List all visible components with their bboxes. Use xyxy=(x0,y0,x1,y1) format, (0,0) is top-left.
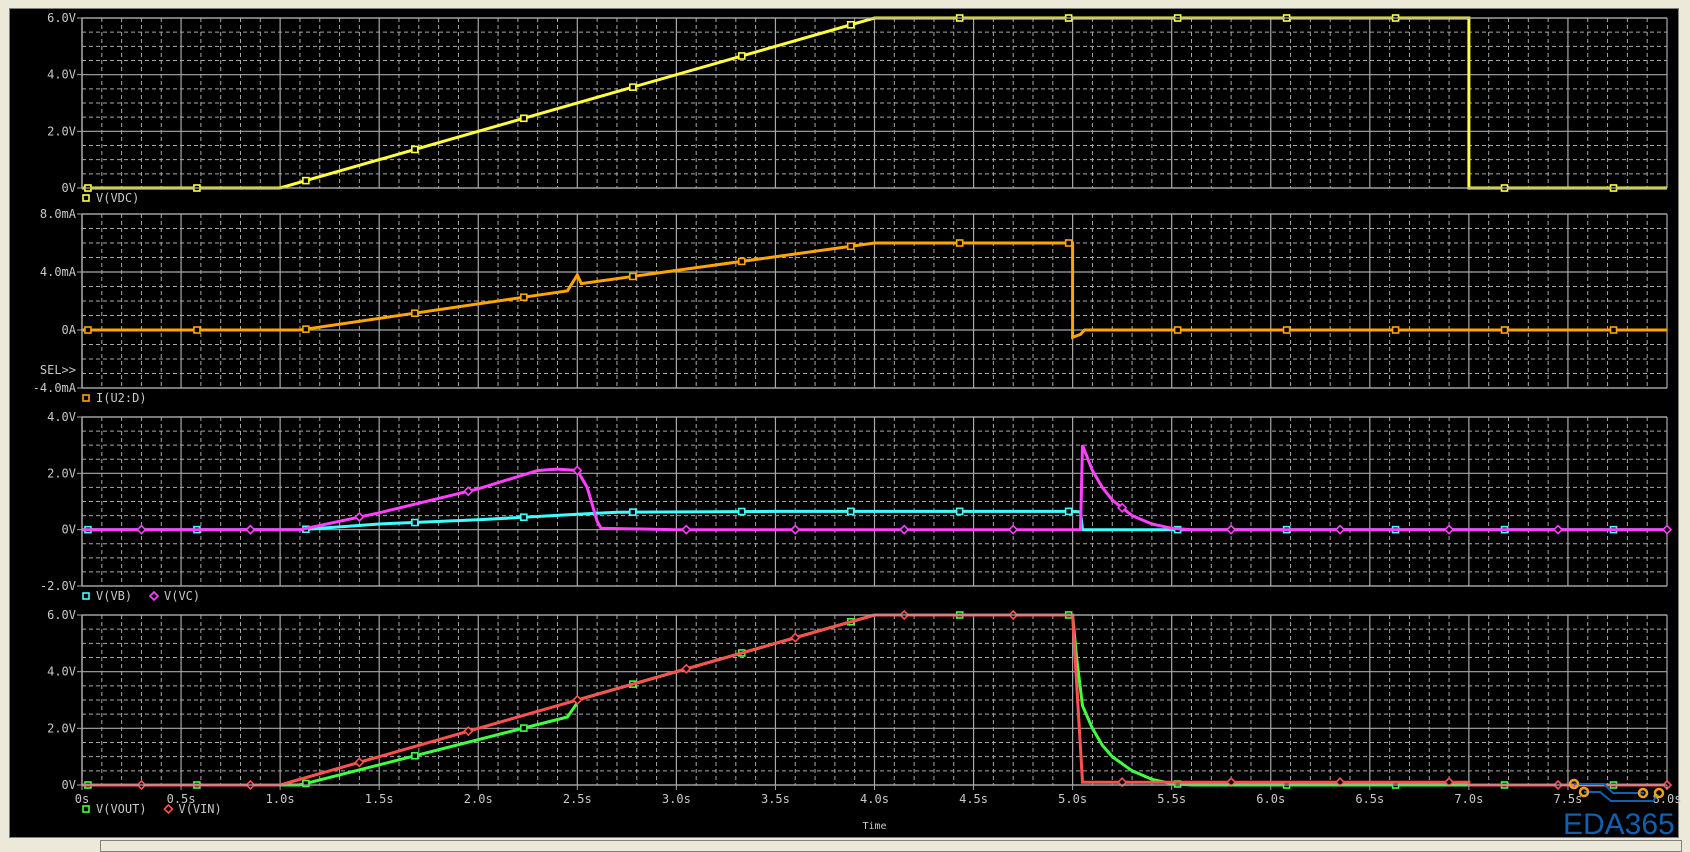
y-tick-label: 8.0mA xyxy=(40,207,77,221)
data-point-marker xyxy=(681,524,692,535)
data-point-marker xyxy=(1552,524,1564,535)
x-tick-label: 5.0s xyxy=(1058,792,1087,806)
data-point-marker xyxy=(790,524,801,535)
selected-plot-indicator: SEL>> xyxy=(40,363,76,377)
data-point-marker xyxy=(302,325,310,333)
data-point-marker xyxy=(1173,326,1182,334)
data-point-marker xyxy=(737,257,746,266)
data-point-marker xyxy=(737,52,746,60)
data-point-marker xyxy=(1661,524,1673,535)
data-point-marker xyxy=(411,145,419,154)
x-tick-label: 3.5s xyxy=(761,792,790,806)
waveform-plot[interactable]: 0V 2.0V 4.0V 6.0V V(VDC) -4.0mA 0A 4.0mA 8.0mA SE… xyxy=(0,0,1690,844)
eda365-watermark-logo: EDA365 xyxy=(1563,808,1675,841)
x-tick-label: 0s xyxy=(75,792,89,806)
x-tick-label: 1.5s xyxy=(365,792,394,806)
x-tick-label: 7.5s xyxy=(1553,792,1582,806)
legend-marker xyxy=(82,194,90,202)
x-tick-label: 2.0s xyxy=(464,792,493,806)
data-point-marker xyxy=(411,309,419,317)
y-tick-label: 4.0V xyxy=(47,665,76,679)
legend-marker xyxy=(163,803,174,815)
data-point-marker xyxy=(411,751,419,760)
y-tick-label: 2.0V xyxy=(47,466,76,480)
data-point-marker xyxy=(628,508,637,516)
legend-label[interactable]: V(VC) xyxy=(164,589,200,603)
data-point-marker xyxy=(1225,524,1237,535)
data-point-marker xyxy=(1282,326,1291,334)
data-point-marker xyxy=(520,114,528,123)
data-point-marker xyxy=(1334,524,1346,535)
data-point-marker xyxy=(846,20,855,29)
data-point-marker xyxy=(302,176,310,185)
y-tick-label: 2.0V xyxy=(47,721,76,735)
y-tick-label: 6.0V xyxy=(47,608,76,622)
legend-marker xyxy=(82,592,90,600)
legend-marker xyxy=(82,394,90,402)
data-point-marker xyxy=(84,326,92,334)
data-point-marker xyxy=(520,724,528,732)
data-point-marker xyxy=(955,239,964,247)
data-point-marker xyxy=(628,83,637,91)
legend-label[interactable]: V(VB) xyxy=(96,589,132,603)
x-tick-label: 6.0s xyxy=(1256,792,1285,806)
x-tick-label: 0.5s xyxy=(167,792,196,806)
legend-label[interactable]: I(U2:D) xyxy=(96,391,147,405)
legend-label[interactable]: V(VDC) xyxy=(96,191,139,205)
legend-label[interactable]: V(VOUT) xyxy=(96,802,147,816)
y-tick-label: 0V xyxy=(62,778,76,792)
data-point-marker xyxy=(1500,326,1509,334)
data-point-marker xyxy=(737,507,746,516)
y-tick-label: -2.0V xyxy=(40,579,76,593)
data-point-marker xyxy=(193,326,201,334)
x-tick-label: 8.0s xyxy=(1653,792,1682,806)
data-point-marker xyxy=(1064,507,1073,516)
x-tick-label: 6.5s xyxy=(1355,792,1384,806)
x-tick-label: 4.5s xyxy=(959,792,988,806)
data-point-marker xyxy=(463,486,474,497)
x-tick-label: 5.5s xyxy=(1157,792,1186,806)
data-point-marker xyxy=(520,293,528,302)
data-point-marker xyxy=(1443,524,1455,535)
x-axis-title: Time xyxy=(862,821,886,832)
x-tick-label: 3.0s xyxy=(662,792,691,806)
data-point-marker xyxy=(1609,326,1618,334)
x-tick-label: 1.0s xyxy=(266,792,295,806)
data-point-marker xyxy=(846,242,855,251)
data-point-marker xyxy=(520,513,528,522)
y-tick-label: 0A xyxy=(62,323,77,337)
y-tick-label: 4.0V xyxy=(47,410,76,424)
legend-marker xyxy=(82,805,90,813)
y-tick-label: -4.0mA xyxy=(33,381,77,395)
data-point-marker xyxy=(1064,239,1073,247)
data-point-marker xyxy=(1008,524,1019,535)
data-point-marker xyxy=(354,757,365,768)
data-point-marker xyxy=(790,632,801,643)
y-tick-label: 0V xyxy=(62,181,76,195)
y-tick-label: 6.0V xyxy=(47,11,76,25)
data-point-marker xyxy=(572,694,583,706)
data-point-marker xyxy=(1391,326,1400,334)
y-tick-label: 2.0V xyxy=(47,124,76,138)
data-point-marker xyxy=(955,507,964,516)
x-tick-label: 2.5s xyxy=(563,792,592,806)
data-point-marker xyxy=(846,507,855,516)
data-point-marker xyxy=(354,511,365,523)
x-tick-label: 4.0s xyxy=(860,792,889,806)
legend-marker xyxy=(148,590,160,602)
data-point-marker xyxy=(411,518,419,527)
y-tick-label: 4.0mA xyxy=(40,265,77,279)
data-point-marker xyxy=(628,272,637,281)
y-tick-label: 0V xyxy=(62,523,76,537)
x-tick-label: 7.0s xyxy=(1454,792,1483,806)
y-tick-label: 4.0V xyxy=(47,68,76,82)
data-point-marker xyxy=(245,524,256,535)
data-point-marker xyxy=(899,524,910,535)
data-point-marker xyxy=(136,524,147,535)
